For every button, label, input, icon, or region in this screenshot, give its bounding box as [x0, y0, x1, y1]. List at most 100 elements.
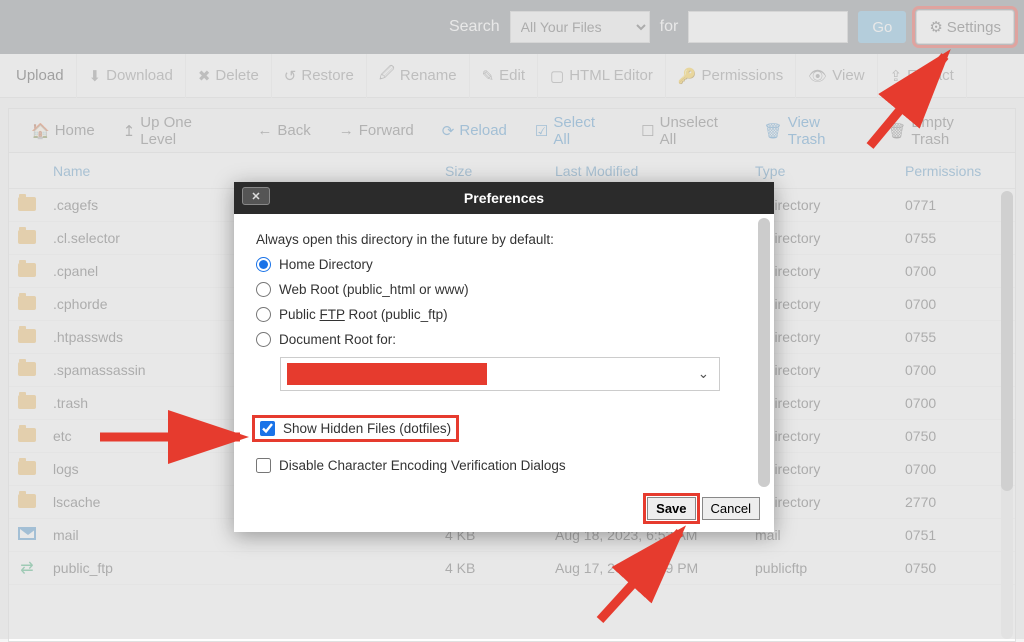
col-type[interactable]: Type	[755, 163, 905, 179]
radio-webroot[interactable]: Web Root (public_html or www)	[256, 282, 752, 297]
extract-icon: ⇪	[890, 67, 903, 85]
edit-button[interactable]: ✎Edit	[470, 54, 538, 98]
gear-icon: ⚙	[929, 18, 942, 36]
up-one-level-button[interactable]: ↥Up One Level	[109, 109, 244, 153]
home-button[interactable]: 🏠Home	[17, 109, 109, 153]
view-button[interactable]: 👁View	[796, 54, 877, 98]
search-input[interactable]	[688, 11, 848, 43]
settings-button[interactable]: ⚙ Settings	[916, 10, 1014, 44]
col-modified[interactable]: Last Modified	[555, 163, 755, 179]
delete-button[interactable]: ✖Delete	[186, 54, 272, 98]
disable-encoding-checkbox[interactable]	[256, 458, 271, 473]
file-permissions: 0700	[905, 263, 1015, 279]
back-button[interactable]: ←Back	[243, 109, 324, 153]
html-editor-icon: ▢	[550, 67, 564, 85]
file-permissions: 0700	[905, 362, 1015, 378]
show-hidden-files-label: Show Hidden Files (dotfiles)	[283, 421, 451, 436]
file-type: x-directory	[755, 362, 905, 378]
radio-webroot-label: Web Root (public_html or www)	[279, 282, 469, 297]
chevron-down-icon: ⌄	[698, 366, 709, 382]
file-permissions: 0755	[905, 230, 1015, 246]
restore-icon: ↺	[284, 67, 297, 85]
col-size[interactable]: Size	[445, 163, 555, 179]
show-hidden-files-row[interactable]: Show Hidden Files (dotfiles)	[256, 419, 455, 438]
rename-button[interactable]: 🖉Rename	[367, 54, 470, 98]
unselect-icon: ☐	[641, 122, 654, 140]
show-hidden-files-checkbox[interactable]	[260, 421, 275, 436]
folder-icon	[18, 329, 36, 343]
radio-publicftp[interactable]: Public FTP Root (public_ftp)	[256, 307, 752, 322]
modal-title: Preferences	[464, 190, 544, 206]
folder-icon	[18, 230, 36, 244]
radio-publicftp-input[interactable]	[256, 307, 271, 322]
file-permissions: 0700	[905, 395, 1015, 411]
modal-intro: Always open this directory in the future…	[256, 232, 752, 247]
file-type: x-directory	[755, 461, 905, 477]
restore-button[interactable]: ↺Restore	[272, 54, 367, 98]
search-bar: Search All Your Files for Go ⚙ Settings	[0, 0, 1024, 54]
for-label: for	[660, 18, 679, 36]
disable-encoding-row[interactable]: Disable Character Encoding Verification …	[256, 458, 752, 473]
modal-scrollbar[interactable]	[758, 218, 770, 487]
radio-docroot[interactable]: Document Root for:	[256, 332, 752, 347]
table-row[interactable]: ⇄public_ftp4 KBAug 17, 2023, 5:39 PMpubl…	[9, 552, 1015, 585]
download-icon: ⬇	[89, 67, 102, 85]
upload-button[interactable]: Upload	[4, 54, 77, 98]
permissions-button[interactable]: 🔑Permissions	[666, 54, 796, 98]
radio-home[interactable]: Home Directory	[256, 257, 752, 272]
col-permissions[interactable]: Permissions	[905, 163, 1015, 179]
symlink-icon: ⇄	[20, 560, 33, 577]
empty-trash-button[interactable]: 🗑Empty Trash	[873, 109, 1007, 153]
forward-icon: →	[339, 122, 354, 139]
html-editor-button[interactable]: ▢HTML Editor	[538, 54, 666, 98]
folder-icon	[18, 296, 36, 310]
file-type: x-directory	[755, 494, 905, 510]
extract-button[interactable]: ⇪Extract	[878, 54, 967, 98]
cancel-button[interactable]: Cancel	[702, 497, 760, 520]
unselect-all-button[interactable]: ☐Unselect All	[627, 109, 750, 153]
radio-docroot-input[interactable]	[256, 332, 271, 347]
folder-icon	[18, 263, 36, 277]
redacted-domain	[287, 363, 487, 385]
navigation-bar: 🏠Home ↥Up One Level ←Back →Forward ⟳Relo…	[8, 108, 1016, 152]
download-button[interactable]: ⬇Download	[77, 54, 186, 98]
file-permissions: 0755	[905, 329, 1015, 345]
settings-label: Settings	[947, 19, 1001, 36]
radio-home-input[interactable]	[256, 257, 271, 272]
col-name[interactable]: Name	[45, 163, 445, 179]
action-toolbar: Upload ⬇Download ✖Delete ↺Restore 🖉Renam…	[0, 54, 1024, 98]
docroot-select[interactable]: ⌄	[280, 357, 720, 391]
close-icon: ✕	[251, 190, 260, 203]
modal-body: Always open this directory in the future…	[234, 214, 774, 491]
modal-close-button[interactable]: ✕	[242, 187, 270, 205]
modal-header: ✕ Preferences	[234, 182, 774, 214]
mail-icon	[18, 527, 36, 540]
folder-icon	[18, 428, 36, 442]
search-scope-select[interactable]: All Your Files	[510, 11, 650, 43]
file-type: x-directory	[755, 329, 905, 345]
select-all-icon: ☑	[535, 122, 548, 140]
radio-publicftp-label: Public FTP Root (public_ftp)	[279, 307, 448, 322]
go-button[interactable]: Go	[858, 11, 906, 43]
select-all-button[interactable]: ☑Select All	[521, 109, 627, 153]
file-type: x-directory	[755, 263, 905, 279]
folder-icon	[18, 197, 36, 211]
trash-icon: 🗑	[764, 122, 783, 140]
save-button[interactable]: Save	[647, 497, 695, 520]
key-icon: 🔑	[678, 67, 697, 85]
view-trash-button[interactable]: 🗑View Trash	[750, 109, 874, 153]
forward-button[interactable]: →Forward	[325, 109, 428, 153]
file-permissions: 0750	[905, 560, 1015, 576]
file-modified: Aug 17, 2023, 5:39 PM	[555, 560, 755, 576]
file-permissions: 0771	[905, 197, 1015, 213]
rename-icon: 🖉	[379, 63, 395, 88]
disable-encoding-label: Disable Character Encoding Verification …	[279, 458, 566, 473]
radio-webroot-input[interactable]	[256, 282, 271, 297]
reload-button[interactable]: ⟳Reload	[428, 109, 521, 153]
file-permissions: 0751	[905, 527, 1015, 543]
file-type: x-directory	[755, 230, 905, 246]
edit-icon: ✎	[482, 67, 495, 85]
file-scrollbar[interactable]	[1001, 191, 1013, 639]
up-icon: ↥	[123, 122, 136, 140]
file-name: public_ftp	[45, 560, 445, 576]
